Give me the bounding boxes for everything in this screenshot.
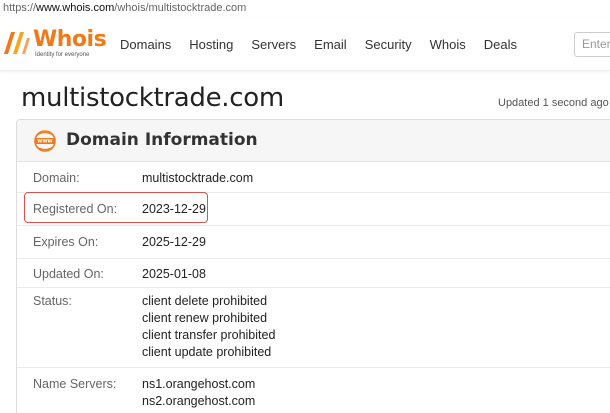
nameserver-list: ns1.orangehost.com ns2.orangehost.com [142, 376, 255, 410]
row-label: Domain: [33, 171, 80, 185]
info-row-domain: Domain: multistocktrade.com [17, 163, 610, 193]
nav-email[interactable]: Email [314, 37, 347, 52]
nav-servers[interactable]: Servers [251, 37, 296, 52]
url-path: /whois/multistocktrade.com [114, 2, 247, 14]
svg-text:WWW: WWW [37, 139, 52, 145]
logo-text: Whois [33, 27, 107, 52]
logo-tagline: Identity for everyone [35, 52, 90, 58]
nav-hosting[interactable]: Hosting [189, 37, 233, 52]
site-header: Whois Identity for everyone Domains Host… [0, 19, 610, 71]
info-row-nameservers: Name Servers: ns1.orangehost.com ns2.ora… [17, 368, 610, 413]
info-row-updated: Updated On: 2025-01-08 [17, 259, 610, 288]
nav-whois[interactable]: Whois [430, 37, 466, 52]
main-nav: Domains Hosting Servers Email Security W… [120, 37, 535, 52]
search-input[interactable]: Enter [574, 32, 610, 57]
card-header: WWW Domain Information [17, 120, 610, 162]
nav-domains[interactable]: Domains [120, 37, 171, 52]
row-value: multistocktrade.com [142, 171, 254, 185]
nav-deals[interactable]: Deals [484, 37, 517, 52]
page-title: multistocktrade.com [21, 83, 284, 113]
address-bar[interactable]: https://www.whois.com/whois/multistocktr… [0, 0, 610, 18]
url-host: www.whois.com [36, 2, 115, 14]
row-value: 2025-12-29 [142, 235, 206, 249]
row-label: Name Servers: [33, 377, 117, 391]
row-label: Status: [33, 294, 72, 308]
row-value: 2025-01-08 [142, 267, 206, 281]
card-title: Domain Information [66, 130, 258, 150]
whois-logo-icon [4, 32, 30, 54]
status-value: client transfer prohibited [142, 328, 276, 342]
url-prefix: https:// [3, 2, 37, 14]
nameserver-value: ns2.orangehost.com [142, 394, 256, 408]
registered-highlight [24, 192, 208, 223]
updated-timestamp: Updated 1 second ago [498, 97, 609, 109]
nav-security[interactable]: Security [365, 37, 412, 52]
status-value: client renew prohibited [142, 311, 268, 325]
row-label: Expires On: [33, 235, 99, 249]
www-globe-icon: WWW [34, 130, 56, 152]
nameserver-value: ns1.orangehost.com [142, 377, 256, 391]
row-label: Updated On: [33, 267, 104, 281]
info-row-status: Status: client delete prohibited client … [17, 288, 610, 368]
status-list: client delete prohibited client renew pr… [142, 293, 275, 361]
whois-logo[interactable]: Whois Identity for everyone [0, 27, 107, 64]
domain-info-card: WWW Domain Information Domain: multistoc… [16, 119, 610, 413]
info-row-expires: Expires On: 2025-12-29 [17, 226, 610, 259]
status-value: client delete prohibited [142, 294, 268, 308]
status-value: client update prohibited [142, 345, 272, 359]
